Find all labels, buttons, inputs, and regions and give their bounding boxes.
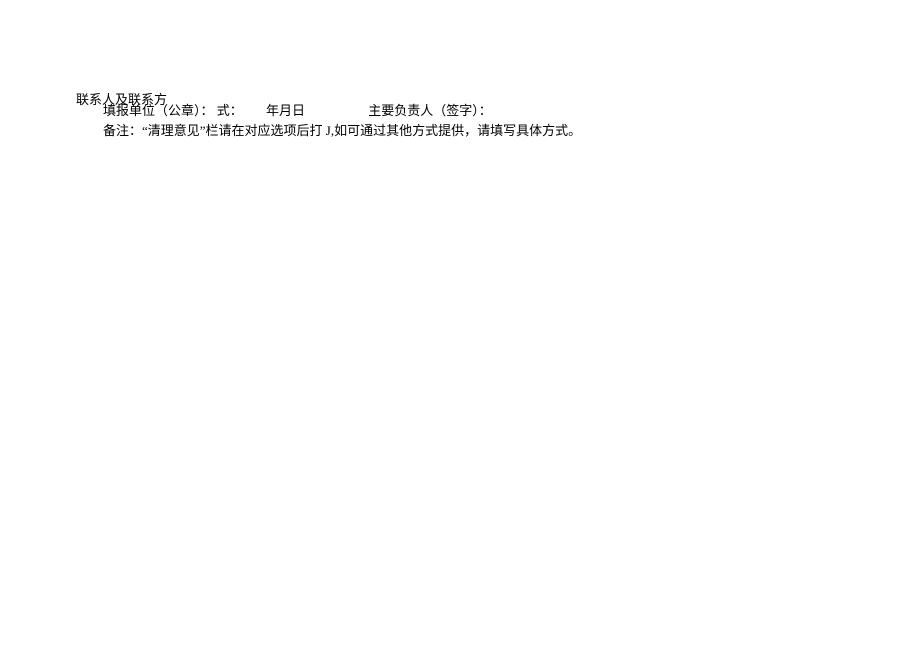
responsible-person-signature-label: 主要负责人（签字）：: [368, 100, 492, 119]
reporting-unit-seal-label: 填报单位（公章）：: [103, 100, 214, 119]
shi-label: 式：: [217, 100, 243, 119]
note-text: 备注：“清理意见”栏请在对应选项后打 J,如可通过其他方式提供，请填写具体方式。: [103, 120, 581, 139]
date-label: 年月日: [266, 100, 305, 119]
form-line: 填报单位（公章）： 式： 年月日 主要负责人（签字）：: [103, 100, 492, 119]
